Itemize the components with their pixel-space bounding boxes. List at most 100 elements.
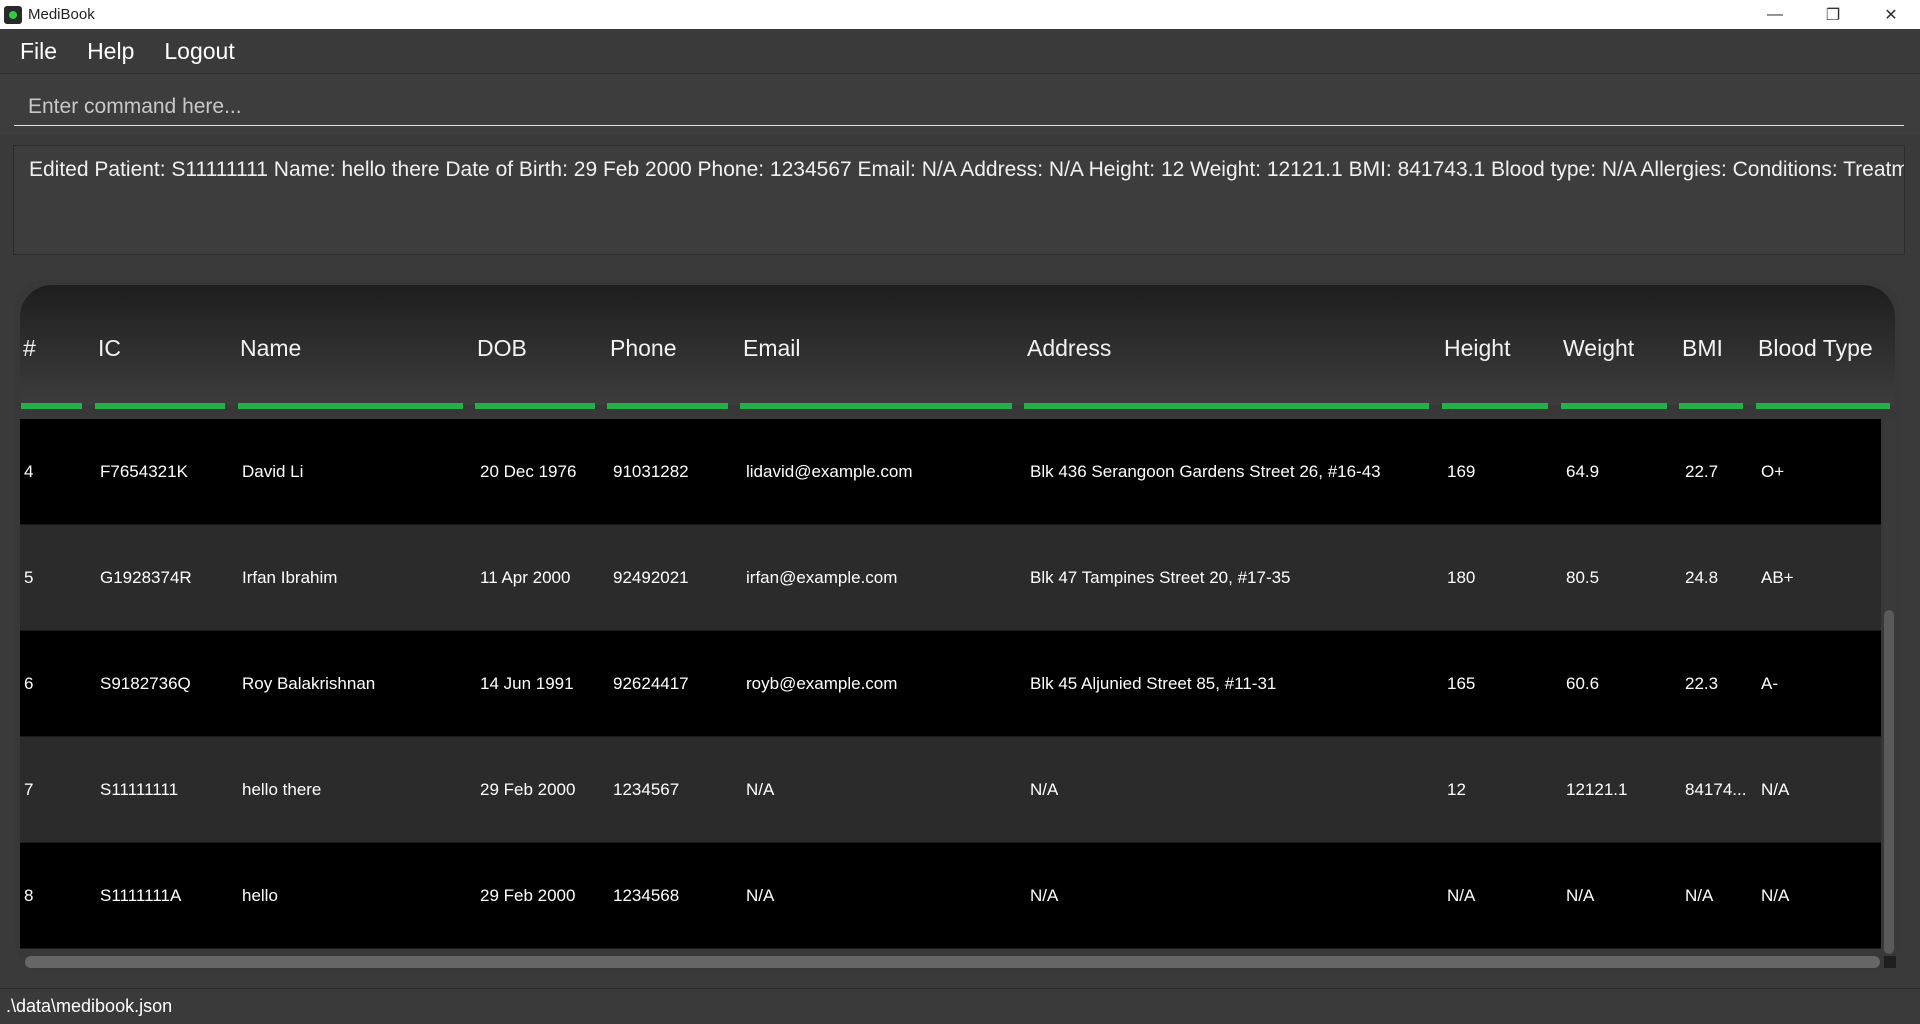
cell-phone: 92624417 — [613, 674, 689, 693]
cell-phone: 1234568 — [613, 886, 680, 905]
result-display: Edited Patient: S11111111 Name: hello th… — [13, 145, 1905, 255]
cell-height: 165 — [1447, 674, 1476, 693]
window-title: MediBook — [28, 6, 95, 23]
header-blood[interactable]: Blood Type — [1758, 335, 1873, 362]
table-body: 4 F7654321K David Li 20 Dec 1976 9103128… — [20, 419, 1881, 949]
cell-ic: S1111111A — [100, 886, 182, 905]
header-email[interactable]: Email — [743, 335, 801, 362]
cell-weight: 64.9 — [1566, 462, 1600, 481]
cell-ic: F7654321K — [100, 462, 188, 481]
header-dob[interactable]: DOB — [477, 335, 527, 362]
restore-button[interactable]: ❐ — [1804, 0, 1862, 29]
cell-email: lidavid@example.com — [746, 462, 913, 481]
cell-address: N/A — [1030, 886, 1059, 905]
header-underline — [1442, 403, 1548, 409]
cell-name: hello — [242, 886, 278, 905]
minimize-button[interactable]: — — [1746, 0, 1804, 29]
command-box — [0, 73, 1920, 136]
cell-address: Blk 436 Serangoon Gardens Street 26, #16… — [1030, 462, 1381, 481]
cell-weight: 60.6 — [1566, 674, 1600, 693]
menu-bar: File Help Logout — [0, 29, 1920, 73]
cell-dob: 11 Apr 2000 — [480, 568, 571, 587]
cell-bmi: 22.3 — [1685, 674, 1719, 693]
header-underline — [1756, 403, 1890, 409]
cell-weight: 80.5 — [1566, 568, 1600, 587]
patient-table: # IC Name DOB Phone Email Address Height… — [15, 280, 1900, 972]
cell-index: 8 — [24, 886, 34, 905]
cell-blood: N/A — [1761, 780, 1790, 799]
scrollbar-corner — [1884, 956, 1896, 968]
cell-ic: G1928374R — [100, 568, 192, 587]
header-address[interactable]: Address — [1027, 335, 1111, 362]
table-row[interactable]: 6 S9182736Q Roy Balakrishnan 14 Jun 1991… — [20, 631, 1881, 737]
cell-weight: N/A — [1566, 886, 1595, 905]
table-row[interactable]: 8 S1111111A hello 29 Feb 2000 1234568 N/… — [20, 843, 1881, 949]
cell-height: 180 — [1447, 568, 1476, 587]
header-index[interactable]: # — [23, 335, 36, 362]
cell-bmi: 22.7 — [1685, 462, 1719, 481]
close-button[interactable]: ✕ — [1862, 0, 1920, 29]
cell-name: hello there — [242, 780, 322, 799]
cell-height: 169 — [1447, 462, 1476, 481]
cell-dob: 29 Feb 2000 — [480, 886, 576, 905]
header-phone[interactable]: Phone — [610, 335, 677, 362]
cell-blood: O+ — [1761, 462, 1785, 481]
cell-index: 5 — [24, 568, 34, 587]
cell-bmi: N/A — [1685, 886, 1714, 905]
header-ic[interactable]: IC — [98, 335, 121, 362]
cell-phone: 91031282 — [613, 462, 689, 481]
cell-ic: S11111111 — [100, 780, 179, 799]
header-height[interactable]: Height — [1444, 335, 1510, 362]
command-input[interactable] — [14, 88, 1904, 126]
header-name[interactable]: Name — [240, 335, 301, 362]
cell-dob: 14 Jun 1991 — [480, 674, 574, 693]
cell-dob: 20 Dec 1976 — [480, 462, 577, 481]
header-weight[interactable]: Weight — [1563, 335, 1634, 362]
cell-email: N/A — [746, 886, 775, 905]
table-header: # IC Name DOB Phone Email Address Height… — [20, 285, 1895, 409]
cell-index: 4 — [24, 462, 34, 481]
save-file-path: .\data\medibook.json — [6, 996, 173, 1016]
menu-logout[interactable]: Logout — [154, 38, 244, 65]
header-underline — [1024, 403, 1429, 409]
title-bar: MediBook — ❐ ✕ — [0, 0, 1920, 29]
result-display-area: Edited Patient: S11111111 Name: hello th… — [0, 135, 1920, 263]
app-icon — [4, 5, 22, 24]
menu-file[interactable]: File — [10, 38, 67, 65]
cell-bmi: 24.8 — [1685, 568, 1719, 587]
header-underline — [238, 403, 463, 409]
cell-ic: S9182736Q — [100, 674, 191, 693]
table-row[interactable]: 5 G1928374R Irfan Ibrahim 11 Apr 2000 92… — [20, 525, 1881, 631]
cell-index: 7 — [24, 780, 34, 799]
cell-bmi: 84174... — [1685, 780, 1747, 799]
cell-phone: 92492021 — [613, 568, 689, 587]
header-underline — [740, 403, 1012, 409]
menu-help[interactable]: Help — [77, 38, 144, 65]
cell-height: 12 — [1447, 780, 1466, 799]
cell-dob: 29 Feb 2000 — [480, 780, 576, 799]
cell-name: David Li — [242, 462, 304, 481]
horizontal-scrollbar[interactable] — [25, 956, 1880, 968]
cell-index: 6 — [24, 674, 34, 693]
cell-name: Irfan Ibrahim — [242, 568, 338, 587]
table-row[interactable]: 7 S11111111 hello there 29 Feb 2000 1234… — [20, 737, 1881, 843]
window-controls: — ❐ ✕ — [1746, 0, 1920, 29]
header-bmi[interactable]: BMI — [1682, 335, 1723, 362]
cell-email: irfan@example.com — [746, 568, 898, 587]
vertical-scrollbar-thumb[interactable] — [1884, 610, 1894, 954]
header-underline — [1679, 403, 1743, 409]
status-bar: .\data\medibook.json — [0, 988, 1920, 1024]
cell-blood: A- — [1761, 674, 1778, 693]
table-row[interactable]: 4 F7654321K David Li 20 Dec 1976 9103128… — [20, 419, 1881, 525]
header-underline — [21, 403, 82, 409]
cell-phone: 1234567 — [613, 780, 680, 799]
cell-email: N/A — [746, 780, 775, 799]
cell-name: Roy Balakrishnan — [242, 674, 376, 693]
cell-blood: AB+ — [1761, 568, 1794, 587]
cell-email: royb@example.com — [746, 674, 898, 693]
cell-blood: N/A — [1761, 886, 1790, 905]
cell-address: Blk 47 Tampines Street 20, #17-35 — [1030, 568, 1291, 587]
header-underline — [95, 403, 225, 409]
cell-address: N/A — [1030, 780, 1059, 799]
cell-address: Blk 45 Aljunied Street 85, #11-31 — [1030, 674, 1277, 693]
